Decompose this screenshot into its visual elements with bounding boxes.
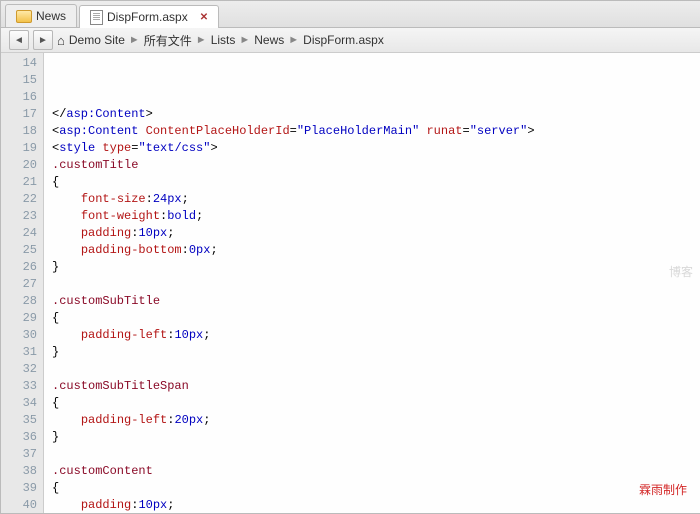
code-line[interactable] — [52, 361, 693, 378]
code-line[interactable]: } — [52, 259, 693, 276]
line-number: 32 — [1, 361, 37, 378]
line-number: 25 — [1, 242, 37, 259]
line-number: 36 — [1, 429, 37, 446]
tab-label: News — [36, 9, 66, 23]
line-number: 40 — [1, 497, 37, 513]
crumb-item[interactable]: Demo Site — [69, 33, 125, 47]
code-line[interactable]: <asp:Content ContentPlaceHolderId="Place… — [52, 123, 693, 140]
code-line[interactable]: padding:10px; — [52, 497, 693, 513]
line-number: 38 — [1, 463, 37, 480]
code-line[interactable]: .customSubTitleSpan — [52, 378, 693, 395]
chevron-right-icon: ► — [196, 34, 207, 46]
folder-icon — [16, 10, 32, 23]
back-button[interactable]: ◄ — [9, 30, 29, 50]
line-number: 19 — [1, 140, 37, 157]
code-line[interactable]: } — [52, 429, 693, 446]
breadcrumb-bar: ◄ ► ⌂ Demo Site ► 所有文件 ► Lists ► News ► … — [1, 28, 700, 53]
code-line[interactable]: font-size:24px; — [52, 191, 693, 208]
chevron-right-icon: ► — [129, 34, 140, 46]
code-line[interactable]: { — [52, 310, 693, 327]
home-icon[interactable]: ⌂ — [57, 33, 65, 48]
tab-bar: News DispForm.aspx ✕ — [1, 1, 700, 28]
line-number: 35 — [1, 412, 37, 429]
code-editor[interactable]: 1415161718192021222324252627282930313233… — [1, 53, 700, 513]
line-number: 18 — [1, 123, 37, 140]
code-line[interactable]: { — [52, 174, 693, 191]
code-line[interactable]: { — [52, 480, 693, 497]
code-line[interactable]: </asp:Content> — [52, 106, 693, 123]
code-line[interactable]: } — [52, 344, 693, 361]
code-area[interactable]: </asp:Content><asp:Content ContentPlaceH… — [44, 53, 700, 513]
tab-news[interactable]: News — [5, 4, 77, 27]
code-line[interactable]: font-weight:bold; — [52, 208, 693, 225]
code-line[interactable] — [52, 89, 693, 106]
line-number: 27 — [1, 276, 37, 293]
line-number: 15 — [1, 72, 37, 89]
crumb-item[interactable]: News — [254, 33, 284, 47]
line-number: 33 — [1, 378, 37, 395]
line-number: 34 — [1, 395, 37, 412]
line-number: 39 — [1, 480, 37, 497]
line-number: 23 — [1, 208, 37, 225]
crumb-item[interactable]: Lists — [211, 33, 236, 47]
code-line[interactable]: .customTitle — [52, 157, 693, 174]
line-number: 22 — [1, 191, 37, 208]
code-line[interactable]: padding-bottom:0px; — [52, 242, 693, 259]
code-line[interactable]: <style type="text/css"> — [52, 140, 693, 157]
chevron-right-icon: ► — [239, 34, 250, 46]
line-gutter: 1415161718192021222324252627282930313233… — [1, 53, 44, 513]
code-line[interactable]: .customContent — [52, 463, 693, 480]
line-number: 30 — [1, 327, 37, 344]
line-number: 31 — [1, 344, 37, 361]
line-number: 16 — [1, 89, 37, 106]
close-icon[interactable]: ✕ — [200, 12, 208, 23]
code-line[interactable]: padding-left:20px; — [52, 412, 693, 429]
code-line[interactable]: padding:10px; — [52, 225, 693, 242]
crumb-item[interactable]: 所有文件 — [144, 32, 192, 49]
line-number: 26 — [1, 259, 37, 276]
line-number: 17 — [1, 106, 37, 123]
code-line[interactable]: { — [52, 395, 693, 412]
code-line[interactable] — [52, 276, 693, 293]
line-number: 24 — [1, 225, 37, 242]
tab-dispform[interactable]: DispForm.aspx ✕ — [79, 5, 219, 28]
forward-button[interactable]: ► — [33, 30, 53, 50]
app-window: News DispForm.aspx ✕ ◄ ► ⌂ Demo Site ► 所… — [0, 0, 700, 514]
code-line[interactable]: .customSubTitle — [52, 293, 693, 310]
file-icon — [90, 10, 103, 25]
line-number: 28 — [1, 293, 37, 310]
crumb-item[interactable]: DispForm.aspx — [303, 33, 384, 47]
code-line[interactable]: padding-left:10px; — [52, 327, 693, 344]
line-number: 29 — [1, 310, 37, 327]
chevron-right-icon: ► — [288, 34, 299, 46]
watermark-grey: 博客 — [669, 265, 693, 282]
watermark-text: 霖雨制作 — [639, 482, 687, 499]
line-number: 21 — [1, 174, 37, 191]
line-number: 14 — [1, 55, 37, 72]
line-number: 20 — [1, 157, 37, 174]
tab-label: DispForm.aspx — [107, 10, 188, 24]
code-line[interactable] — [52, 446, 693, 463]
line-number: 37 — [1, 446, 37, 463]
